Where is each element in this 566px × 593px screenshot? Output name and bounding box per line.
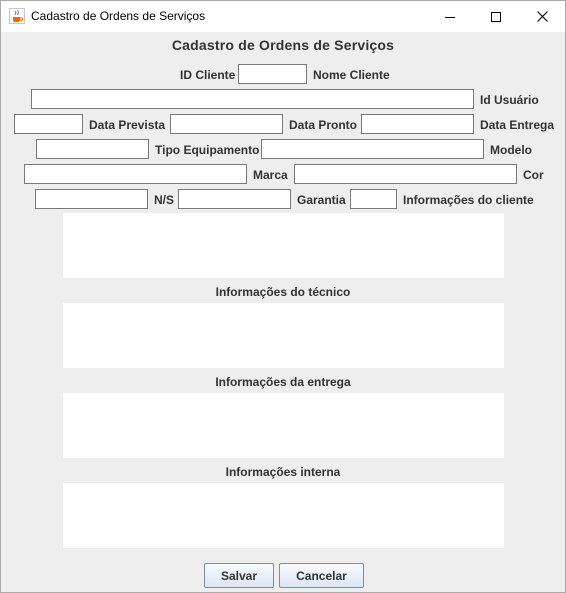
info-cliente-label: Informações do cliente xyxy=(403,193,534,207)
minimize-icon xyxy=(445,16,455,18)
info-entrega-label: Informações da entrega xyxy=(215,375,351,389)
info-interna-label: Informações interna xyxy=(225,465,341,479)
modelo-label: Modelo xyxy=(490,143,532,157)
tipo-equipamento-field[interactable] xyxy=(261,139,484,159)
cor-label: Cor xyxy=(523,168,544,182)
maximize-icon xyxy=(491,11,501,22)
garantia-label: Garantia xyxy=(297,193,346,207)
maximize-button[interactable] xyxy=(473,1,519,32)
data-entrega-field[interactable] xyxy=(36,139,149,159)
info-tecnico-label: Informações do técnico xyxy=(215,285,351,299)
window-title: Cadastro de Ordens de Serviços xyxy=(31,9,206,23)
close-button[interactable] xyxy=(519,1,565,32)
title-bar[interactable]: Cadastro de Ordens de Serviços xyxy=(1,1,565,32)
tipo-equipamento-label: Tipo Equipamento xyxy=(155,143,260,157)
info-cliente-textarea[interactable] xyxy=(63,213,504,278)
ns-label: N/S xyxy=(154,193,175,207)
nome-cliente-label: Nome Cliente xyxy=(313,68,390,82)
data-entrega-label: Data Entrega xyxy=(480,118,555,132)
save-button[interactable]: Salvar xyxy=(204,563,274,588)
info-interna-textarea[interactable] xyxy=(63,483,504,548)
java-coffee-cup-icon xyxy=(9,8,25,24)
id-cliente-field[interactable] xyxy=(238,64,307,84)
data-prevista-field[interactable] xyxy=(170,114,283,134)
nome-cliente-field[interactable] xyxy=(31,89,474,109)
marca-label: Marca xyxy=(253,168,288,182)
cor-field[interactable] xyxy=(35,189,148,209)
close-icon xyxy=(536,11,548,22)
data-pronto-field[interactable] xyxy=(361,114,474,134)
data-pronto-label: Data Pronto xyxy=(289,118,358,132)
minimize-button[interactable] xyxy=(427,1,473,32)
garantia-field[interactable] xyxy=(350,189,397,209)
cancel-button[interactable]: Cancelar xyxy=(279,563,364,588)
data-prevista-label: Data Prevista xyxy=(89,118,166,132)
app-window: Cadastro de Ordens de Serviços Cadastro … xyxy=(0,0,566,593)
form-heading: Cadastro de Ordens de Serviços xyxy=(171,37,395,53)
marca-field[interactable] xyxy=(294,164,517,184)
id-cliente-label: ID Cliente xyxy=(180,68,236,82)
ns-field[interactable] xyxy=(178,189,291,209)
info-entrega-textarea[interactable] xyxy=(63,393,504,458)
modelo-field[interactable] xyxy=(24,164,247,184)
info-tecnico-textarea[interactable] xyxy=(63,303,504,368)
id-usuario-field[interactable] xyxy=(14,114,83,134)
id-usuario-label: Id Usuário xyxy=(480,93,539,107)
